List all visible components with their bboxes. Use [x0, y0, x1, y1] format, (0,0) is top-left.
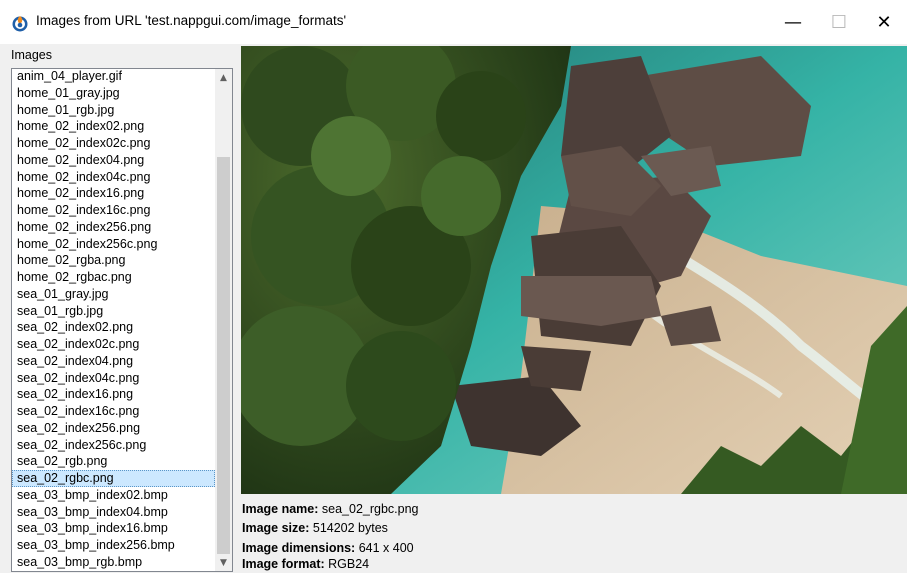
image-format-label: Image format:: [242, 557, 325, 571]
list-item[interactable]: home_01_gray.jpg: [12, 85, 215, 102]
list-item[interactable]: home_02_rgba.png: [12, 252, 215, 269]
list-item[interactable]: home_02_index16.png: [12, 185, 215, 202]
list-item[interactable]: home_02_rgbac.png: [12, 269, 215, 286]
list-item[interactable]: sea_02_index16.png: [12, 386, 215, 403]
list-item[interactable]: sea_03_bmp_rgb.bmp: [12, 554, 215, 571]
list-item[interactable]: sea_03_bmp_index256.bmp: [12, 537, 215, 554]
list-item[interactable]: home_02_index02.png: [12, 118, 215, 135]
images-listbox[interactable]: anim_04_player.gif home_01_gray.jpg home_0…: [11, 68, 233, 572]
list-item[interactable]: sea_02_rgb.png: [12, 453, 215, 470]
chevron-up-icon: ▲: [220, 72, 227, 83]
window-title: Images from URL 'test.nappgui.com/image_…: [36, 13, 347, 28]
image-name-label: Image name:: [242, 502, 319, 516]
list-item[interactable]: sea_02_index16c.png: [12, 403, 215, 420]
minimize-button[interactable]: —: [770, 0, 816, 44]
images-label: Images: [11, 48, 52, 62]
maximize-button[interactable]: ☐: [816, 0, 862, 44]
image-view: [241, 46, 907, 494]
list-item[interactable]: sea_02_index256c.png: [12, 437, 215, 454]
list-item[interactable]: sea_02_index256.png: [12, 420, 215, 437]
image-dimensions-line: Image dimensions: 641 x 400: [242, 541, 414, 555]
image-size-line: Image size: 514202 bytes: [242, 521, 388, 535]
list-item[interactable]: anim_04_player.gif: [12, 69, 215, 85]
list-item[interactable]: home_02_index16c.png: [12, 202, 215, 219]
app-icon: [12, 16, 28, 32]
list-item[interactable]: home_02_index256c.png: [12, 236, 215, 253]
list-item[interactable]: home_02_index04c.png: [12, 169, 215, 186]
scroll-thumb[interactable]: [217, 157, 230, 554]
title-bar: Images from URL 'test.nappgui.com/image_…: [0, 0, 907, 44]
image-name-value: sea_02_rgbc.png: [321, 502, 419, 516]
scroll-down-button[interactable]: ▼: [215, 554, 232, 571]
list-item[interactable]: sea_02_index02c.png: [12, 336, 215, 353]
list-item[interactable]: sea_01_rgb.jpg: [12, 303, 215, 320]
maximize-icon: ☐: [830, 11, 848, 33]
list-item[interactable]: sea_02_rgbc.png: [12, 470, 215, 487]
list-item[interactable]: sea_02_index02.png: [12, 319, 215, 336]
list-item[interactable]: sea_02_index04.png: [12, 353, 215, 370]
list-item[interactable]: sea_02_index04c.png: [12, 370, 215, 387]
image-format-value: RGB24: [328, 557, 370, 571]
list-item[interactable]: sea_03_bmp_index04.bmp: [12, 504, 215, 521]
image-name-line: Image name: sea_02_rgbc.png: [242, 502, 419, 516]
list-item[interactable]: sea_01_gray.jpg: [12, 286, 215, 303]
minimize-icon: —: [784, 11, 802, 33]
list-item[interactable]: home_02_index256.png: [12, 219, 215, 236]
vertical-scrollbar[interactable]: ▲ ▼: [215, 69, 232, 571]
image-dimensions-label: Image dimensions:: [242, 541, 356, 555]
image-dimensions-value: 641 x 400: [358, 541, 414, 555]
images-list: anim_04_player.gif home_01_gray.jpg home_0…: [12, 69, 215, 571]
scroll-up-button[interactable]: ▲: [215, 69, 232, 86]
list-item[interactable]: sea_03_bmp_index16.bmp: [12, 520, 215, 537]
image-format-line: Image format: RGB24: [242, 557, 369, 571]
image-size-value: 514202 bytes: [312, 521, 388, 535]
chevron-down-icon: ▼: [220, 557, 227, 568]
coastal-photo: [241, 46, 907, 494]
list-item[interactable]: home_02_index02c.png: [12, 135, 215, 152]
list-item[interactable]: home_01_rgb.jpg: [12, 102, 215, 119]
image-size-label: Image size:: [242, 521, 310, 535]
list-item[interactable]: sea_03_bmp_index02.bmp: [12, 487, 215, 504]
close-icon: ✕: [876, 11, 892, 33]
list-item[interactable]: home_02_index04.png: [12, 152, 215, 169]
close-button[interactable]: ✕: [861, 0, 907, 44]
